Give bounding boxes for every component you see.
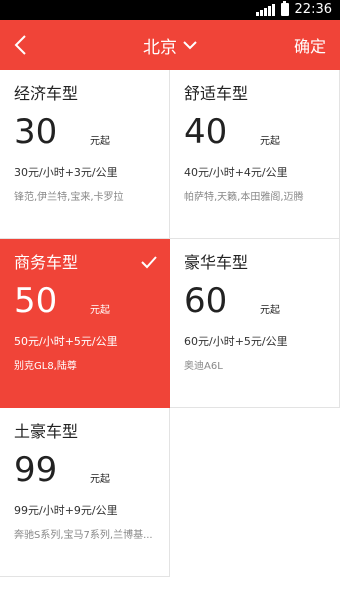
price-unit: 元起 (260, 136, 280, 147)
car-type-models: 别克GL8,陆尊 (14, 361, 77, 372)
price-unit: 元起 (90, 474, 110, 485)
car-type-name: 豪华车型 (184, 253, 249, 272)
car-type-price: 40 (184, 112, 228, 152)
car-type-name: 土豪车型 (14, 422, 79, 441)
battery-icon (280, 1, 289, 16)
city-label: 北京 (143, 37, 177, 58)
confirm-button[interactable]: 确定 (294, 20, 326, 70)
city-selector[interactable]: 北京 (0, 20, 340, 70)
car-type-price: 60 (184, 281, 228, 321)
car-type-name: 舒适车型 (184, 84, 249, 103)
price-unit: 元起 (260, 305, 280, 316)
car-type-name: 经济车型 (14, 84, 79, 103)
car-type-price: 50 (14, 281, 58, 321)
car-type-card-comfort[interactable]: 舒适车型 40 元起 40元/小时+4元/公里 帕萨特,天籁,本田雅阁,迈腾 (170, 70, 340, 239)
car-type-models: 锋范,伊兰特,宝来,卡罗拉 (14, 192, 124, 203)
car-type-card-economy[interactable]: 经济车型 30 元起 30元/小时+3元/公里 锋范,伊兰特,宝来,卡罗拉 (0, 70, 170, 239)
car-type-rate: 40元/小时+4元/公里 (184, 166, 288, 179)
price-unit: 元起 (90, 305, 110, 316)
car-type-models: 奔驰S系列,宝马7系列,兰博基... (14, 530, 153, 541)
status-bar: 22:36 (0, 0, 340, 20)
car-type-rate: 30元/小时+3元/公里 (14, 166, 118, 179)
status-time: 22:36 (294, 2, 332, 17)
nav-bar: 北京 确定 (0, 20, 340, 70)
chevron-down-icon (183, 41, 197, 50)
price-unit: 元起 (90, 136, 110, 147)
car-type-rate: 99元/小时+9元/公里 (14, 504, 118, 517)
car-type-card-premium[interactable]: 土豪车型 99 元起 99元/小时+9元/公里 奔驰S系列,宝马7系列,兰博基.… (0, 408, 170, 577)
car-type-rate: 50元/小时+5元/公里 (14, 335, 118, 348)
car-type-price: 30 (14, 112, 58, 152)
car-type-price: 99 (14, 450, 58, 490)
car-type-rate: 60元/小时+5元/公里 (184, 335, 288, 348)
car-type-card-luxury[interactable]: 豪华车型 60 元起 60元/小时+5元/公里 奥迪A6L (170, 239, 340, 408)
car-type-models: 奥迪A6L (184, 361, 223, 372)
signal-icon (255, 3, 275, 16)
checkmark-icon (141, 256, 157, 269)
car-type-card-business[interactable]: 商务车型 50 元起 50元/小时+5元/公里 别克GL8,陆尊 (0, 239, 170, 408)
car-type-models: 帕萨特,天籁,本田雅阁,迈腾 (184, 192, 304, 203)
